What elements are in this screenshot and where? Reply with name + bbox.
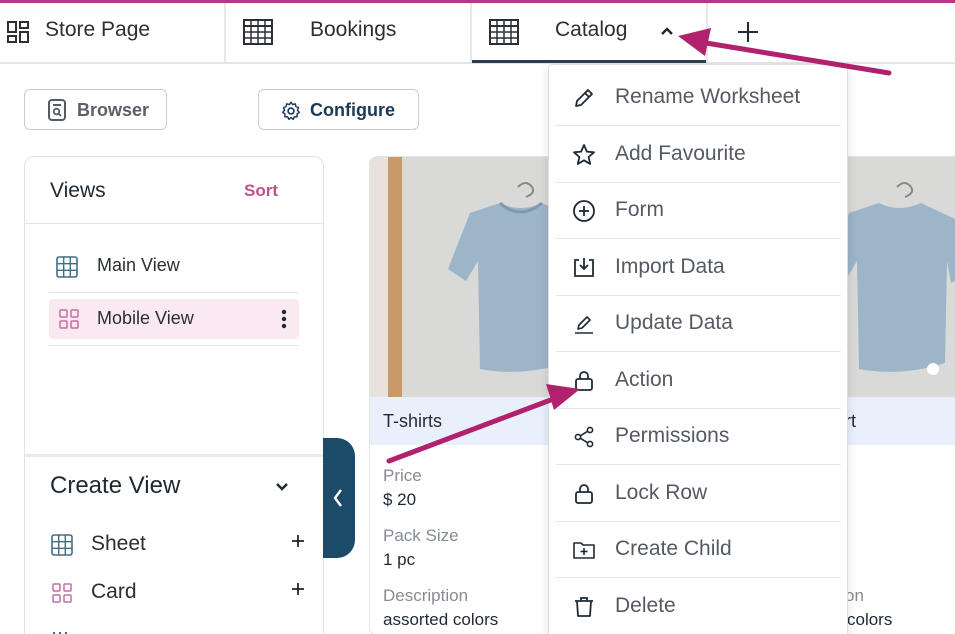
divider: [25, 223, 323, 224]
active-tab-indicator: [472, 60, 706, 63]
divider: [556, 125, 841, 126]
card-grid-icon: [59, 309, 79, 329]
folder-plus-icon: [573, 542, 595, 559]
trash-icon: [575, 597, 593, 617]
tab-bar: Store Page Bookings Catalog: [0, 3, 955, 64]
tab-store-page[interactable]: Store Page: [0, 3, 224, 62]
menu-item-action[interactable]: Action: [556, 353, 841, 409]
field-value: 1 pc: [383, 550, 416, 569]
browser-label: Browser: [77, 100, 150, 120]
configure-label: Configure: [310, 100, 395, 120]
add-tab-button[interactable]: [708, 3, 788, 62]
share-icon: [574, 426, 594, 448]
plus-circle-icon: [573, 200, 595, 222]
plus-icon[interactable]: [291, 582, 305, 596]
menu-item-label: Form: [615, 198, 664, 221]
grid-table-icon: [56, 256, 78, 278]
gear-icon: [282, 101, 300, 121]
menu-item-import-data[interactable]: Import Data: [556, 240, 841, 296]
divider: [556, 238, 841, 239]
lock-icon: [575, 371, 593, 391]
create-view-card[interactable]: Card: [49, 576, 304, 610]
kanban-icon: [53, 632, 67, 634]
view-item-mobile-view[interactable]: Mobile View: [49, 299, 299, 339]
tab-label: Store Page: [45, 18, 151, 41]
divider: [556, 464, 841, 465]
plus-icon[interactable]: [291, 534, 305, 548]
divider: [556, 577, 841, 578]
create-view-label: Sheet: [91, 532, 146, 555]
browser-button[interactable]: Browser: [24, 89, 167, 130]
table-icon: [243, 19, 273, 45]
tab-catalog[interactable]: Catalog: [472, 3, 706, 62]
chevron-down-icon[interactable]: [275, 482, 289, 492]
plus-icon: [738, 22, 758, 42]
card-title: T-shirts: [383, 411, 443, 431]
tab-bookings[interactable]: Bookings: [226, 3, 470, 62]
divider: [49, 292, 299, 293]
field-value: colors: [847, 610, 893, 629]
menu-item-label: Delete: [615, 594, 676, 617]
menu-item-form[interactable]: Form: [556, 183, 841, 239]
views-title: Views: [50, 179, 106, 202]
menu-item-rename-worksheet[interactable]: Rename Worksheet: [556, 70, 841, 126]
dashboard-icon: [7, 21, 29, 43]
view-item-label: Main View: [97, 255, 180, 275]
menu-item-label: Action: [615, 368, 674, 391]
star-icon: [573, 144, 595, 165]
tab-label: Bookings: [310, 18, 397, 41]
view-item-main-view[interactable]: Main View: [49, 246, 299, 286]
configure-button[interactable]: Configure: [258, 89, 419, 130]
lock-icon: [575, 484, 593, 504]
import-icon: [574, 258, 594, 277]
view-item-label: Mobile View: [97, 308, 194, 328]
menu-item-label: Lock Row: [615, 481, 708, 504]
grid-table-icon: [51, 534, 73, 556]
pencil-icon: [575, 89, 593, 107]
field-label: Description: [383, 586, 469, 605]
menu-item-label: Add Favourite: [615, 142, 746, 165]
chevron-up-icon[interactable]: [660, 26, 674, 36]
divider: [556, 351, 841, 352]
menu-item-create-child[interactable]: Create Child: [556, 522, 841, 578]
divider: [49, 345, 299, 346]
field-value: $ 20: [383, 490, 417, 509]
sort-button[interactable]: Sort: [244, 181, 278, 201]
menu-item-label: Import Data: [615, 255, 725, 278]
more-vertical-icon[interactable]: [281, 309, 287, 329]
collapse-panel-button[interactable]: [323, 438, 355, 558]
field-label: Price: [383, 466, 422, 485]
menu-item-label: Create Child: [615, 537, 732, 560]
menu-item-label: Rename Worksheet: [615, 85, 801, 108]
chevron-left-icon: [333, 489, 342, 507]
section-divider: [25, 454, 323, 457]
menu-item-update-data[interactable]: Update Data: [556, 296, 841, 352]
field-label: Pack Size: [383, 526, 459, 545]
tab-label: Catalog: [555, 18, 628, 41]
edit-line-icon: [575, 316, 593, 334]
menu-item-delete[interactable]: Delete: [556, 579, 841, 634]
table-icon: [489, 19, 519, 45]
card-grid-icon: [52, 583, 72, 603]
menu-item-label: Update Data: [615, 311, 733, 334]
views-panel: Views Sort Main View Mobile View Create …: [24, 156, 324, 634]
create-view-label: Card: [91, 580, 137, 603]
menu-item-add-favourite[interactable]: Add Favourite: [556, 127, 841, 183]
worksheet-context-menu: Rename Worksheet Add Favourite Form Impo…: [548, 64, 848, 634]
menu-item-lock-row[interactable]: Lock Row: [556, 466, 841, 522]
menu-item-label: Permissions: [615, 424, 730, 447]
menu-item-permissions[interactable]: Permissions: [556, 409, 841, 465]
browser-icon: [48, 99, 66, 121]
create-view-sheet[interactable]: Sheet: [49, 528, 304, 562]
create-view-title: Create View: [50, 472, 181, 499]
field-value: assorted colors: [383, 610, 499, 629]
